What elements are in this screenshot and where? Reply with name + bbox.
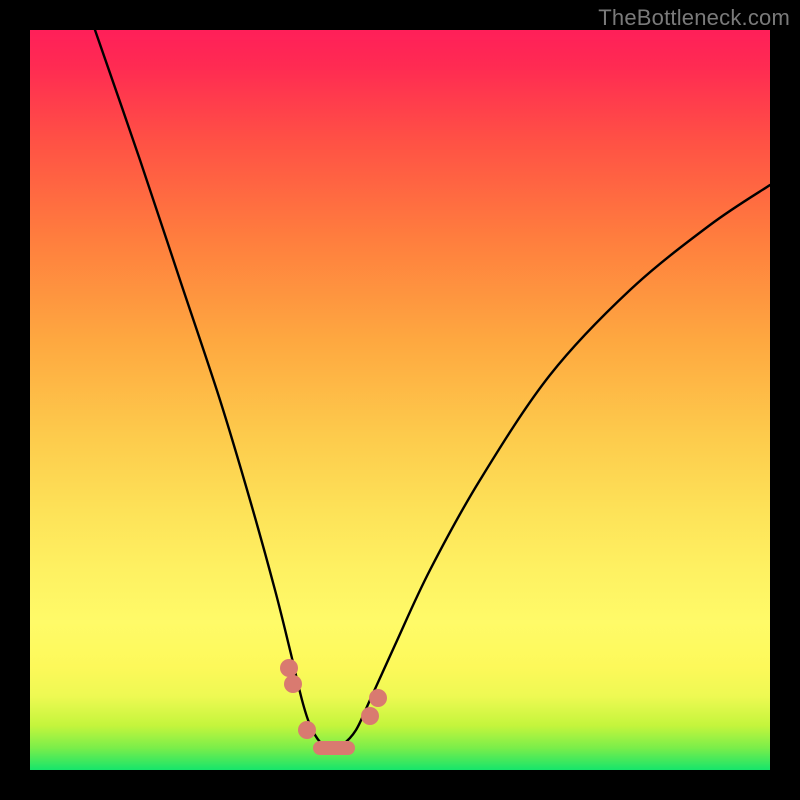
marker-dot [361, 707, 379, 725]
plot-area [30, 30, 770, 770]
marker-dots [280, 659, 387, 739]
curve-svg [30, 30, 770, 770]
marker-trough-band [313, 741, 355, 755]
marker-dot [280, 659, 298, 677]
bottleneck-curve [95, 30, 770, 748]
marker-dot [284, 675, 302, 693]
watermark-text: TheBottleneck.com [598, 5, 790, 31]
chart-frame: TheBottleneck.com [0, 0, 800, 800]
marker-dot [298, 721, 316, 739]
marker-dot [369, 689, 387, 707]
